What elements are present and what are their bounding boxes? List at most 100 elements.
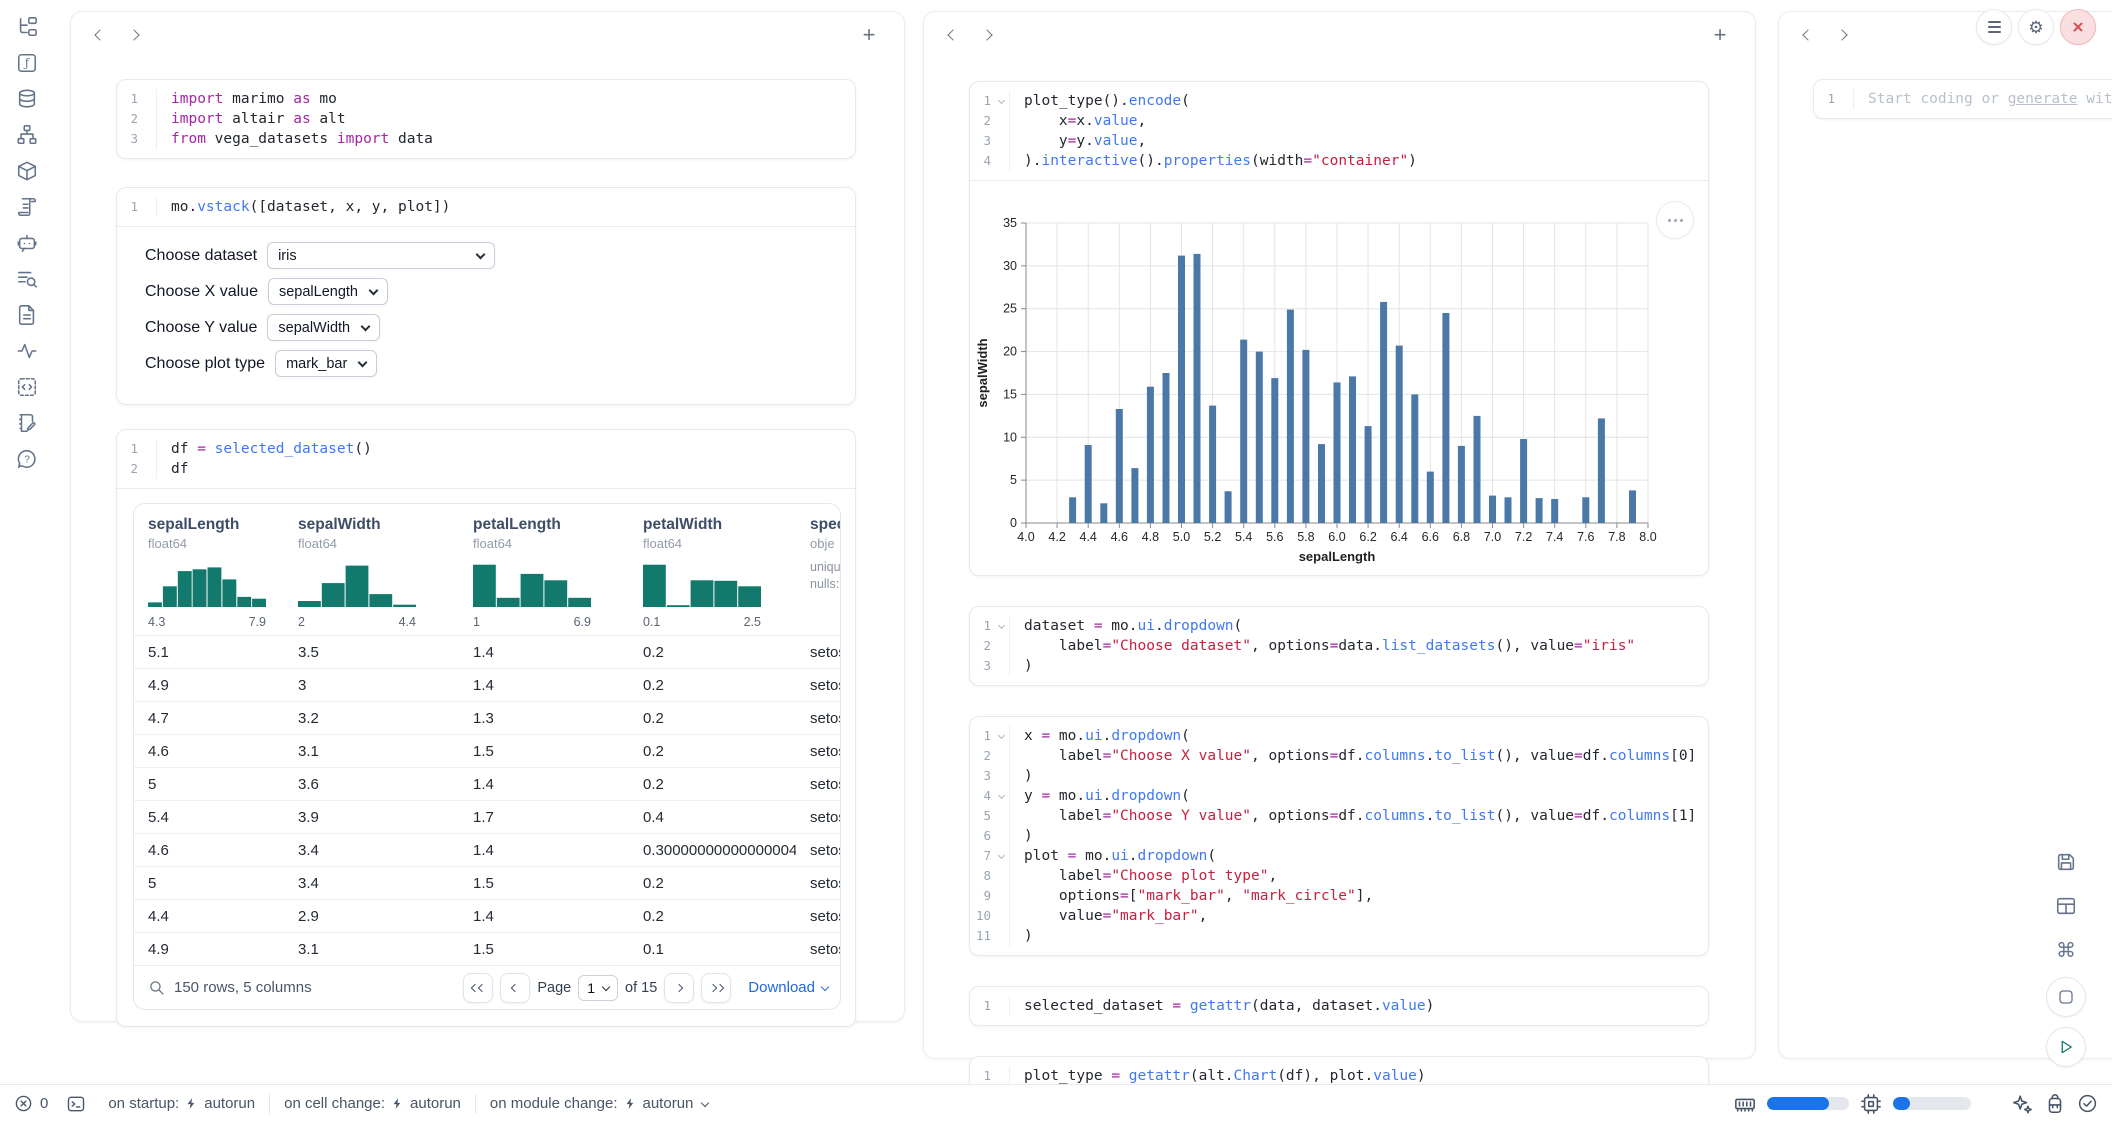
y-value-select[interactable]: sepalWidth [267,314,380,341]
code-snippet-icon[interactable] [13,374,41,400]
next-page-button[interactable] [664,973,694,1003]
error-indicator[interactable]: 0 [14,1094,48,1113]
svg-text:7.8: 7.8 [1608,530,1625,544]
column-next-icon[interactable] [1827,20,1857,50]
code-editor[interactable]: 1df = selected_dataset()2df [117,430,855,488]
bar-chart[interactable]: 4.04.24.44.64.85.05.25.45.65.86.06.26.46… [970,189,1709,571]
column-header[interactable]: sepalWidth [284,516,459,534]
menu-icon[interactable] [1976,9,2012,45]
column-header[interactable]: sepalLength [134,516,284,534]
network-icon[interactable] [13,122,41,148]
fold-chevron-icon[interactable] [998,792,1005,799]
x-value-select[interactable]: sepalLength [268,278,388,305]
list-search-icon[interactable] [13,266,41,292]
code-line[interactable]: 2 label="Choose dataset", options=data.l… [970,636,1708,656]
add-cell-icon[interactable]: + [854,20,884,50]
database-icon[interactable] [13,86,41,112]
run-play-icon[interactable] [2046,1027,2086,1067]
code-line[interactable]: 4y = mo.ui.dropdown( [970,786,1708,806]
code-editor[interactable]: 1import marimo as mo2import altair as al… [117,80,855,158]
on-startup-setting[interactable]: on startup: autorun [108,1095,255,1112]
close-icon[interactable] [2060,9,2096,45]
code-line[interactable]: 6) [970,826,1708,846]
code-line[interactable]: 2df [117,459,855,479]
column-header[interactable]: petalLength [459,516,629,534]
save-icon[interactable] [2049,845,2083,879]
add-cell-icon[interactable]: + [1705,20,1735,50]
code-editor[interactable]: 1Start coding or generate with [1814,80,2112,118]
code-line[interactable]: 1plot_type().encode( [970,91,1708,111]
scroll-text-icon[interactable] [13,194,41,220]
sparkles-ai-icon[interactable] [2011,1093,2033,1115]
altair-chart-output[interactable]: 4.04.24.44.64.85.05.25.45.65.86.06.26.46… [970,181,1708,575]
column-prev-icon[interactable] [1793,20,1823,50]
package-icon[interactable] [13,158,41,184]
column-next-icon[interactable] [119,20,149,50]
plot-type-select[interactable]: mark_bar [275,350,377,377]
file-text-icon[interactable] [13,302,41,328]
function-square-icon[interactable]: ƒ [13,50,41,76]
fold-chevron-icon[interactable] [998,622,1005,629]
check-circle-icon[interactable] [2077,1093,2098,1114]
code-editor[interactable]: 1selected_dataset = getattr(data, datase… [970,987,1708,1025]
gear-icon[interactable]: ⚙ [2018,9,2054,45]
notebook-pen-icon[interactable] [13,410,41,436]
dataset-select[interactable]: iris [267,242,495,269]
code-line[interactable]: 2 x=x.value, [970,111,1708,131]
code-line[interactable]: 2 label="Choose X value", options=df.col… [970,746,1708,766]
fold-chevron-icon[interactable] [998,97,1005,104]
code-editor[interactable]: 1dataset = mo.ui.dropdown(2 label="Choos… [970,607,1708,685]
line-number: 9 [970,886,1010,906]
fold-chevron-icon[interactable] [998,852,1005,859]
code-line[interactable]: 1mo.vstack([dataset, x, y, plot]) [117,197,855,217]
prev-page-button[interactable] [500,973,530,1003]
code-line[interactable]: 2import altair as alt [117,109,855,129]
last-page-button[interactable] [701,973,731,1003]
column-header[interactable]: spec [796,516,841,534]
code-line[interactable]: 1x = mo.ui.dropdown( [970,726,1708,746]
backpack-icon[interactable] [2044,1093,2066,1115]
code-editor[interactable]: 1mo.vstack([dataset, x, y, plot]) [117,188,855,226]
code-line[interactable]: 3 y=y.value, [970,131,1708,151]
column-header[interactable]: petalWidth [629,516,796,534]
code-line[interactable]: 10 value="mark_bar", [970,906,1708,926]
code-line[interactable]: 1df = selected_dataset() [117,439,855,459]
code-line[interactable]: 1Start coding or generate with [1814,89,2112,109]
code-line[interactable]: 1selected_dataset = getattr(data, datase… [970,996,1708,1016]
code-line[interactable]: 1dataset = mo.ui.dropdown( [970,616,1708,636]
terminal-button[interactable] [66,1094,86,1114]
search-icon[interactable] [148,979,165,996]
code-line[interactable]: 4).interactive().properties(width="conta… [970,151,1708,171]
chart-menu-icon[interactable] [1656,201,1694,239]
bot-chat-icon[interactable] [13,230,41,256]
table-cell: 4.6 [134,743,284,760]
svg-text:10: 10 [1003,430,1017,444]
activity-icon[interactable] [13,338,41,364]
code-line[interactable]: 1plot_type = getattr(alt.Chart(df), plot… [970,1066,1708,1086]
help-circle-icon[interactable]: ? [13,446,41,472]
panel-layout-icon[interactable] [2049,889,2083,923]
code-line[interactable]: 3from vega_datasets import data [117,129,855,149]
on-cell-change-setting[interactable]: on cell change: autorun [284,1095,461,1112]
code-editor[interactable]: 1x = mo.ui.dropdown(2 label="Choose X va… [970,717,1708,955]
code-line[interactable]: 11) [970,926,1708,946]
download-button[interactable]: Download [748,979,828,996]
column-next-icon[interactable] [972,20,1002,50]
code-line[interactable]: 9 options=["mark_bar", "mark_circle"], [970,886,1708,906]
command-icon[interactable]: ⌘ [2049,933,2083,967]
code-editor[interactable]: 1plot_type().encode(2 x=x.value,3 y=y.va… [970,82,1708,180]
page-select[interactable]: 1 [578,975,618,1001]
on-module-change-setting[interactable]: on module change: autorun [490,1095,708,1112]
code-line[interactable]: 1import marimo as mo [117,89,855,109]
code-line[interactable]: 5 label="Choose Y value", options=df.col… [970,806,1708,826]
shape-square-icon[interactable] [2046,977,2086,1017]
file-tree-icon[interactable] [13,14,41,40]
code-line[interactable]: 3) [970,766,1708,786]
fold-chevron-icon[interactable] [998,732,1005,739]
code-line[interactable]: 8 label="Choose plot type", [970,866,1708,886]
code-line[interactable]: 3) [970,656,1708,676]
column-prev-icon[interactable] [938,20,968,50]
column-prev-icon[interactable] [85,20,115,50]
first-page-button[interactable] [463,973,493,1003]
code-line[interactable]: 7plot = mo.ui.dropdown( [970,846,1708,866]
